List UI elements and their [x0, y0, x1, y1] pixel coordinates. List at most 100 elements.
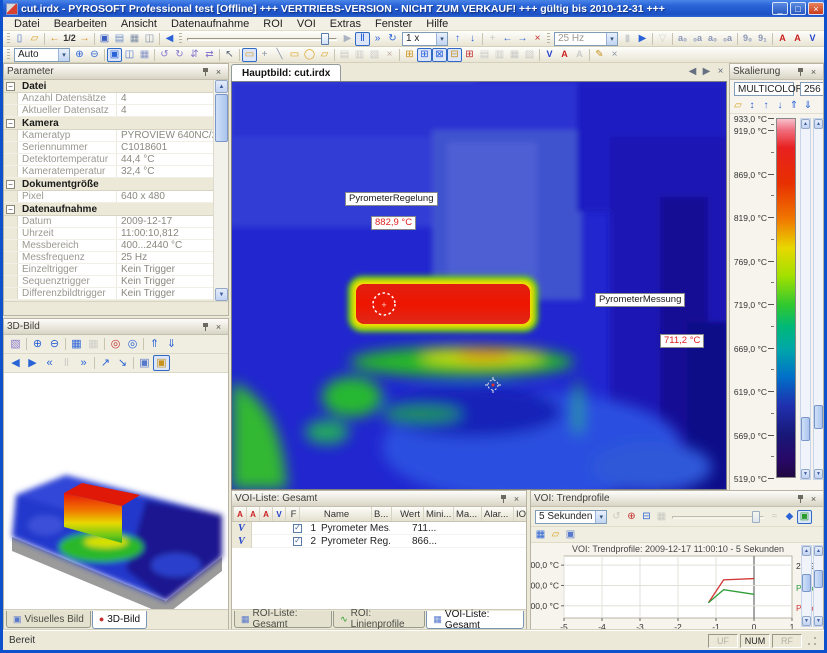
trend-record-icon[interactable]: ⊕	[624, 510, 639, 524]
grid-fine-icon[interactable]: ▦	[68, 336, 85, 352]
alarm-max-col-icon[interactable]: A	[247, 507, 260, 522]
print-icon[interactable]: ▦	[127, 32, 142, 46]
menu-item[interactable]: Fenster	[368, 18, 419, 30]
column-header[interactable]: Alar...	[482, 507, 514, 522]
trigger-1-icon[interactable]: a₀	[675, 32, 690, 46]
param-row[interactable]: − Kameratemperatur 32,4 °C	[4, 166, 213, 178]
scroll-up-icon[interactable]: ▲	[215, 80, 228, 93]
visible-checkbox[interactable]: ✓	[293, 537, 302, 546]
grid-view-icon[interactable]: ▦	[137, 48, 152, 62]
tab-next-icon[interactable]: ▶	[700, 66, 713, 78]
trend-refresh-icon[interactable]: ▣	[797, 510, 812, 524]
trend-open-icon[interactable]: ▱	[548, 528, 563, 542]
copy-shape-icon[interactable]: ▥	[352, 48, 367, 62]
param-row[interactable]: − Datum 2009-12-17	[4, 216, 213, 228]
trigger-filter-icon[interactable]: ▽	[655, 32, 670, 46]
trigger-3-icon[interactable]: a₀	[705, 32, 720, 46]
position-slider-thumb[interactable]	[321, 33, 329, 45]
text-label-icon[interactable]: A	[572, 48, 587, 62]
panel-close-button[interactable]: ×	[807, 66, 820, 78]
new-document-icon[interactable]: ▯	[12, 32, 27, 46]
param-row[interactable]: − Differenzbildtrigger Kein Trigger	[4, 288, 213, 300]
marker-delete-icon[interactable]: ×	[530, 32, 545, 46]
loop-icon[interactable]: ↻	[385, 32, 400, 46]
titlebar[interactable]: cut.irdx - PYROSOFT Professional test [O…	[0, 0, 827, 17]
open-file-icon[interactable]: ▱	[27, 32, 42, 46]
edit-annotation-icon[interactable]: ✎	[592, 48, 607, 62]
thermal-image-view[interactable]: + PyrometerRegelung 882,9 °C PyrometerMe…	[231, 81, 727, 490]
menu-item[interactable]: Datenaufnahme	[164, 18, 256, 30]
marker-remove-3d-icon[interactable]: ◎	[124, 336, 141, 352]
menu-item[interactable]: Datei	[7, 18, 47, 30]
shape-group-2-icon[interactable]: ▥	[492, 48, 507, 62]
alarm-mean-col-icon[interactable]: A	[260, 507, 273, 522]
menu-item[interactable]: Hilfe	[419, 18, 455, 30]
next-sequence-icon[interactable]: ↘	[114, 355, 131, 371]
toolbar-grip[interactable]	[7, 49, 10, 61]
print-preview-icon[interactable]: ◫	[142, 32, 157, 46]
scale-auto-icon[interactable]: ↕	[745, 99, 759, 113]
scale-expand-icon[interactable]: ⇑	[787, 99, 801, 113]
param-row[interactable]: − Einzeltrigger Kein Trigger	[4, 264, 213, 276]
close-button[interactable]: ×	[808, 2, 824, 15]
voi-label-regelung[interactable]: PyrometerRegelung	[345, 192, 438, 206]
scroll-thumb[interactable]	[814, 570, 823, 588]
column-header[interactable]: F	[286, 507, 300, 522]
marker-prev-icon[interactable]: ←	[500, 32, 515, 46]
param-row[interactable]: − Messbereich 400...2440 °C	[4, 240, 213, 252]
scale-min-icon[interactable]: ↓	[773, 99, 787, 113]
trend-save-icon[interactable]: ▣	[563, 528, 578, 542]
paste-shape-icon[interactable]: ▧	[367, 48, 382, 62]
maximize-button[interactable]: □	[790, 2, 806, 15]
trend-pan-icon[interactable]: ≈	[767, 510, 782, 524]
lower-view-icon[interactable]: ⇓	[163, 336, 180, 352]
trend-print-icon[interactable]: ▦	[654, 510, 669, 524]
step-back-icon[interactable]: ◀	[7, 355, 24, 371]
trend-clear-icon[interactable]: ↺	[609, 510, 624, 524]
scroll-down-icon[interactable]: ▼	[814, 469, 823, 479]
tab-3d-bild[interactable]: ● 3D-Bild	[92, 611, 147, 629]
palette-select[interactable]: MULTICOLOR ▾	[734, 82, 794, 96]
export-image-icon[interactable]: ▣	[153, 355, 170, 371]
flip-horizontal-icon[interactable]: ⇄	[202, 48, 217, 62]
pause-3d-icon[interactable]: Ⅱ	[58, 355, 75, 371]
scroll-thumb[interactable]	[802, 574, 811, 592]
collapse-icon[interactable]: −	[6, 82, 15, 91]
frequency-select[interactable]: 25 Hz ▾	[554, 32, 618, 46]
draw-ellipse-icon[interactable]: ◯	[302, 48, 317, 62]
scale-max-scrollbar[interactable]: ▲ ▼	[800, 118, 811, 480]
trend-scrollbar-2[interactable]: ▲ ▼	[813, 545, 824, 627]
voi-group-icon[interactable]: V	[805, 32, 820, 46]
voi-value-regelung[interactable]: 882,9 °C	[371, 216, 416, 230]
scroll-thumb[interactable]	[801, 417, 810, 441]
pin-button[interactable]	[794, 66, 807, 78]
alarm-min-col-icon[interactable]: A	[234, 507, 247, 522]
pin-button[interactable]	[497, 493, 510, 505]
trigger-6-icon[interactable]: 9₁	[755, 32, 770, 46]
param-row[interactable]: − Pixel 640 x 480	[4, 191, 213, 203]
pin-button[interactable]	[199, 66, 212, 78]
voi-label-messung[interactable]: PyrometerMessung	[595, 293, 685, 307]
trend-slider-thumb[interactable]	[752, 511, 760, 523]
collapse-icon[interactable]: −	[6, 119, 15, 128]
scroll-down-icon[interactable]: ▼	[215, 288, 228, 301]
color-gradient-bar[interactable]	[776, 118, 796, 478]
roi-up-icon[interactable]: ⊟	[447, 48, 462, 62]
scroll-down-icon[interactable]: ▼	[802, 616, 811, 626]
voi-row[interactable]: V ✓ 2 Pyrometer Reg... 866...	[232, 535, 526, 548]
column-header[interactable]: Wert	[392, 507, 424, 522]
roi-add-icon[interactable]: ⊞	[462, 48, 477, 62]
rotate-right-icon[interactable]: ↻	[172, 48, 187, 62]
voi-label-icon[interactable]: V	[542, 48, 557, 62]
scroll-down-icon[interactable]: ▼	[801, 469, 810, 479]
shape-group-3-icon[interactable]: ▦	[507, 48, 522, 62]
scroll-up-icon[interactable]: ▲	[814, 119, 823, 129]
param-row[interactable]: − Kameratyp PYROVIEW 640NC/25HZ/17 X13	[4, 130, 213, 142]
marker-next-icon[interactable]: →	[515, 32, 530, 46]
draw-rect-icon[interactable]: ▭	[287, 48, 302, 62]
collapse-icon[interactable]: −	[6, 180, 15, 189]
alarm-group2-icon[interactable]: A	[790, 32, 805, 46]
trigger-5-icon[interactable]: 9₀	[740, 32, 755, 46]
pointer-icon[interactable]: ↖	[222, 48, 237, 62]
scroll-down-icon[interactable]: ▼	[814, 616, 823, 626]
